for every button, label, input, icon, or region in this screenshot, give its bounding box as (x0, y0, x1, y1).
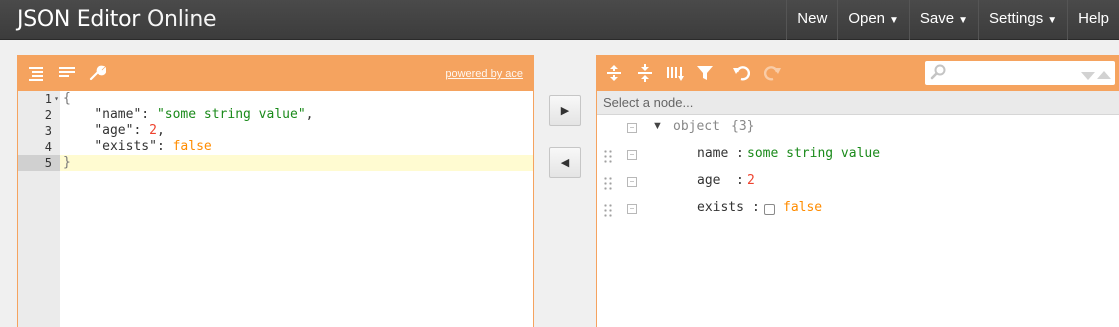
redo-icon[interactable] (762, 62, 784, 84)
search-box (925, 61, 1115, 85)
code-key: "exists" (94, 139, 157, 154)
repair-icon[interactable] (86, 62, 108, 84)
menu-new-button[interactable]: New (786, 0, 837, 40)
field-name[interactable]: name (697, 146, 728, 161)
search-icon (930, 64, 946, 85)
code-line-active: } (60, 155, 533, 171)
line-number: 1 ▾ (18, 91, 60, 107)
code-line: "name": "some string value", (60, 107, 533, 123)
code-key: "name" (94, 107, 142, 122)
code-line: "age": 2, (60, 123, 533, 139)
filter-icon[interactable] (694, 62, 716, 84)
powered-by-ace-link[interactable]: powered by ace (445, 68, 523, 80)
menu-settings-label: Settings (989, 10, 1044, 27)
menu-save-button[interactable]: Save ▼ (908, 0, 978, 40)
context-menu-icon[interactable] (627, 150, 637, 160)
code-comma: , (305, 107, 314, 122)
collapse-all-icon[interactable] (634, 62, 656, 84)
field-separator: : (752, 200, 760, 215)
drag-handle-icon[interactable] (603, 149, 613, 163)
line-number-gutter: 1 ▾ 2 3 4 5 (18, 91, 60, 327)
chevron-down-icon: ▼ (1047, 15, 1058, 26)
compact-icon[interactable] (56, 62, 78, 84)
chevron-down-icon: ▼ (958, 15, 969, 26)
line-number: 2 (44, 108, 52, 122)
tree-editor-panel: Select a node... ▼ object {3} name : som… (596, 55, 1119, 327)
code-line: { (60, 91, 533, 107)
tree-toolbar (597, 56, 1119, 91)
navbar-placeholder: Select a node... (603, 95, 694, 110)
code-line: "exists": false (60, 139, 533, 155)
node-navigation-bar[interactable]: Select a node... (597, 91, 1119, 115)
line-number: 4 (44, 140, 52, 154)
field-name[interactable]: age (697, 173, 720, 188)
search-previous-icon[interactable] (1097, 67, 1111, 85)
app-header: JSON Editor Online New Open ▼ Save ▼ Setti… (0, 0, 1119, 40)
brand-suffix: Online (147, 7, 217, 32)
copy-to-right-button[interactable]: ▶ (549, 95, 581, 126)
menu-help-button[interactable]: Help (1067, 0, 1119, 40)
field-name[interactable]: exists (697, 200, 744, 215)
fold-arrow-icon[interactable]: ▾ (54, 91, 59, 107)
line-number: 3 (44, 124, 52, 138)
undo-icon[interactable] (730, 62, 752, 84)
code-colon: : (141, 107, 157, 122)
root-count: {3} (731, 119, 755, 134)
tree-row[interactable]: exists : false (597, 196, 1119, 223)
expand-all-icon[interactable] (603, 62, 625, 84)
code-toolbar: powered by ace (18, 56, 533, 91)
sort-icon[interactable] (664, 62, 686, 84)
arrow-left-icon: ◀ (560, 157, 570, 169)
format-icon[interactable] (26, 62, 48, 84)
field-separator: : (736, 146, 744, 161)
root-type-label: object (673, 119, 720, 134)
menu-settings-button[interactable]: Settings ▼ (978, 0, 1067, 40)
boolean-checkbox[interactable] (764, 204, 775, 215)
app-logo[interactable]: JSON Editor Online (17, 6, 217, 34)
chevron-down-icon: ▼ (889, 15, 899, 26)
menu-save-label: Save (919, 10, 955, 27)
search-next-icon[interactable] (1081, 68, 1095, 86)
drag-handle-icon[interactable] (603, 203, 613, 217)
menu-open-button[interactable]: Open ▼ (837, 0, 909, 40)
code-close-brace: } (63, 155, 71, 170)
code-string-value: "some string value" (156, 107, 306, 122)
field-separator: : (736, 173, 744, 188)
code-colon: : (156, 139, 173, 154)
context-menu-icon[interactable] (627, 204, 637, 214)
tree-row-root[interactable]: ▼ object {3} (597, 115, 1119, 142)
code-key: "age" (94, 123, 134, 138)
code-colon: : (133, 123, 150, 138)
code-editor-panel: powered by ace 1 ▾ 2 3 4 5 { "name": "som… (17, 55, 534, 327)
main-menu: New Open ▼ Save ▼ Settings ▼ Help (786, 0, 1119, 40)
code-comma: , (156, 123, 165, 138)
code-boolean-value: false (172, 139, 212, 154)
code-open-brace: { (63, 91, 71, 106)
tree-row[interactable]: age : 2 (597, 169, 1119, 196)
arrow-right-icon: ▶ (560, 105, 570, 117)
copy-to-left-button[interactable]: ◀ (549, 147, 581, 178)
context-menu-icon[interactable] (627, 177, 637, 187)
field-value-string[interactable]: some string value (747, 146, 880, 161)
brand-name: JSON Editor (17, 7, 141, 32)
code-text[interactable]: { "name": "some string value", "age": 2,… (60, 91, 533, 171)
menu-new-label: New (797, 10, 828, 27)
search-input[interactable] (947, 64, 1066, 82)
field-value-boolean[interactable]: false (783, 200, 822, 215)
tree-view: ▼ object {3} name : some string value ag… (597, 115, 1119, 223)
tree-row[interactable]: name : some string value (597, 142, 1119, 169)
code-number-value: 2 (149, 123, 157, 138)
line-number-active: 5 (18, 155, 60, 171)
code-area[interactable]: 1 ▾ 2 3 4 5 { "name": "some string value"… (18, 91, 533, 327)
field-value-number[interactable]: 2 (747, 173, 755, 188)
menu-open-label: Open (848, 10, 886, 27)
expand-triangle-icon[interactable]: ▼ (652, 120, 663, 132)
line-number-text: 1 (44, 92, 52, 106)
menu-help-label: Help (1078, 10, 1109, 27)
drag-handle-icon[interactable] (603, 176, 613, 190)
context-menu-icon[interactable] (627, 123, 637, 133)
